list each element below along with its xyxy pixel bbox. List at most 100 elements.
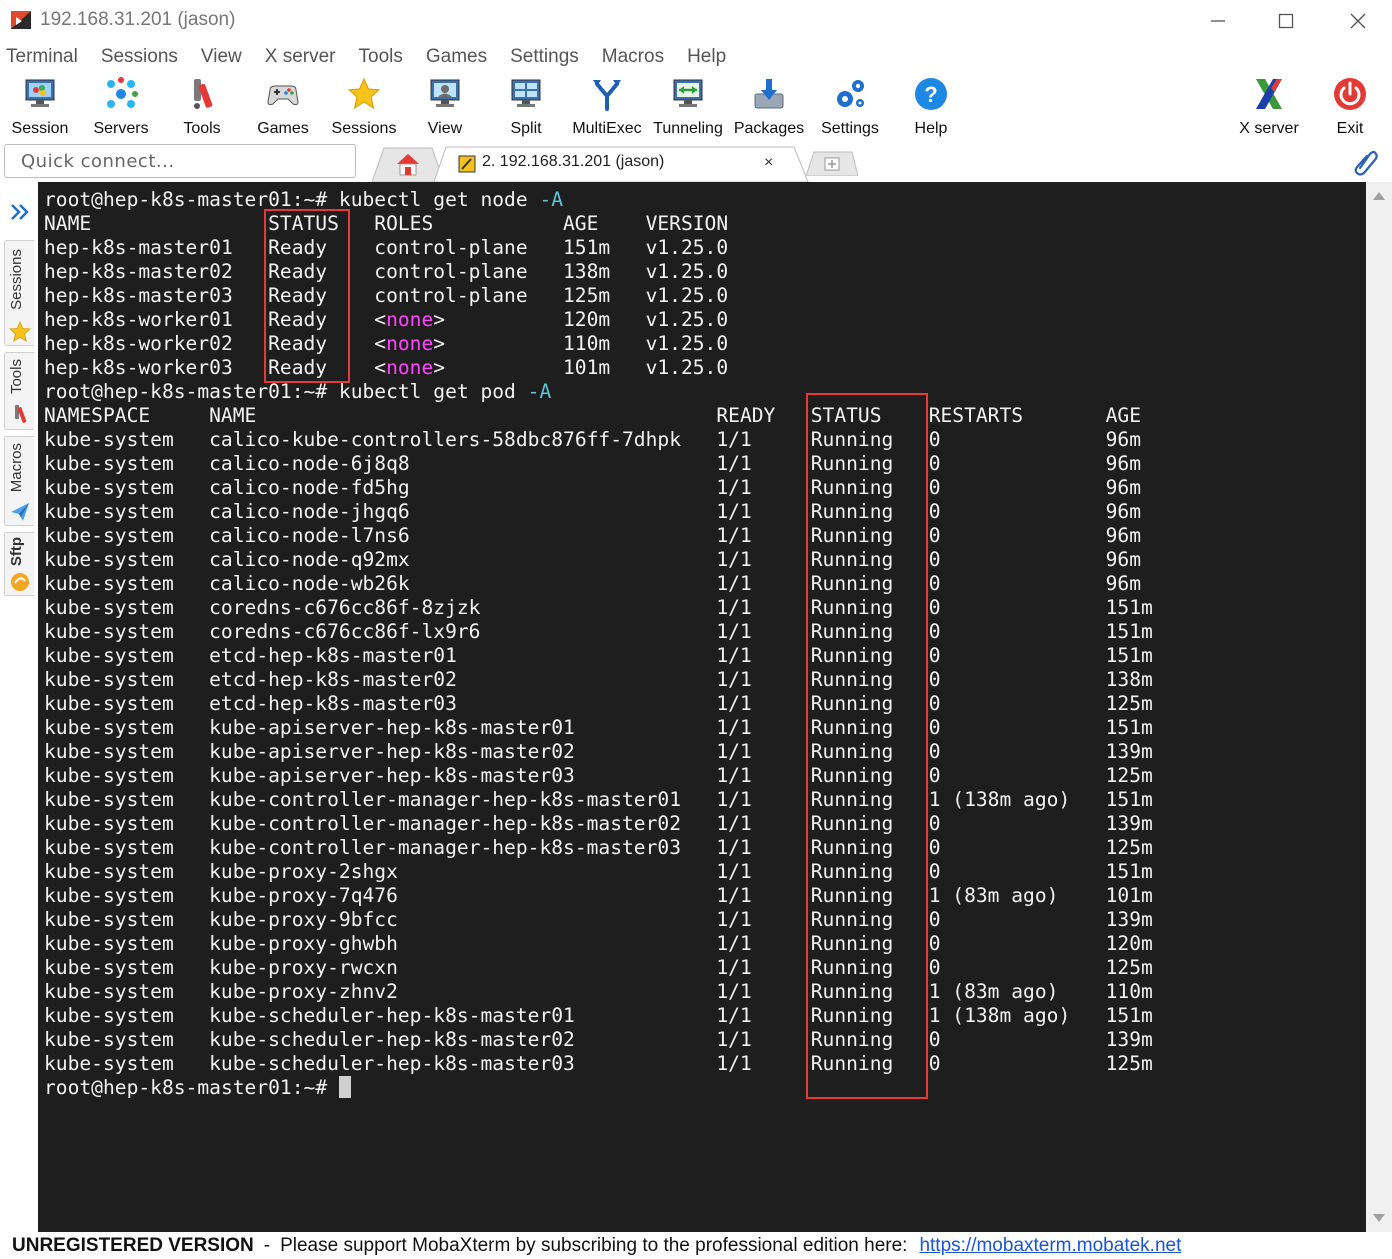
command: kubectl get pod [338,380,516,403]
pod-restarts: 1 (138m ago) [928,1004,1071,1027]
menu-terminal[interactable]: Terminal [6,46,78,68]
pod-namespace: kube-system [44,548,174,571]
pod-restarts: 1 (83m ago) [928,980,1059,1003]
packages-button[interactable]: Packages [729,76,809,138]
multiexec-icon [593,80,621,111]
pod-namespace: kube-system [44,764,174,787]
new-tab-button[interactable] [806,150,858,176]
pod-ready: 1/1 [716,812,752,835]
pod-namespace: kube-system [44,428,174,451]
pod-age: 125m [1105,956,1153,979]
command: kubectl get node [338,188,528,211]
quick-connect-input[interactable] [5,145,355,177]
side-tab-sftp[interactable]: Sftp [4,532,34,596]
games-button[interactable]: Games [243,76,323,138]
sessions-button[interactable]: Sessions [324,76,404,138]
split-button[interactable]: Split [486,76,566,138]
tools-label: Tools [183,120,221,137]
tunneling-button[interactable]: Tunneling [648,76,728,138]
servers-icon [107,77,138,108]
node-command-line: root@hep-k8s-master01:~# kubectl get nod… [44,188,1176,212]
terminal-area[interactable]: root@hep-k8s-master01:~# kubectl get nod… [38,182,1366,1232]
menu-sessions[interactable]: Sessions [101,46,178,68]
tab-session-2[interactable]: 2. 192.168.31.201 (jason) × [434,146,810,182]
pod-name: kube-controller-manager-hep-k8s-master01 [209,788,681,811]
session-button[interactable]: Session [0,76,80,138]
tab-label: 2. 192.168.31.201 (jason) [482,153,665,170]
pod-row: kube-system coredns-c676cc86f-8zjzk 1/1 Run… [44,596,1176,620]
pod-namespace: kube-system [44,836,174,859]
pod-name: calico-node-6j8q8 [209,452,410,475]
tools-button[interactable]: Tools [162,76,242,138]
pod-namespace: kube-system [44,692,174,715]
terminal-scrollbar[interactable] [1366,182,1392,1232]
node-version: v1.25.0 [645,332,729,355]
menu-tools[interactable]: Tools [359,46,403,68]
help-button[interactable]: ? Help [891,76,971,138]
none-role-text: none [386,356,434,379]
node-header-cell: NAME [44,212,92,235]
plus-icon [824,157,840,171]
menu-macros[interactable]: Macros [602,46,664,68]
servers-button[interactable]: Servers [81,76,161,138]
pod-ready: 1/1 [716,476,752,499]
pod-age: 151m [1105,644,1153,667]
settings-button[interactable]: Settings [810,76,890,138]
tab-close-icon[interactable]: × [764,154,773,172]
pod-namespace: kube-system [44,644,174,667]
node-table-header: NAME STATUS ROLES AGE VERSION [44,212,1176,236]
pod-ready: 1/1 [716,1028,752,1051]
settings-label: Settings [821,120,879,137]
packages-label: Packages [733,120,805,137]
side-tab-macros[interactable]: Macros [4,436,34,526]
node-age: 120m [563,308,611,331]
pod-namespace: kube-system [44,620,174,643]
view-button[interactable]: View [405,76,485,138]
monitor-icon [25,79,55,107]
paperclip-icon[interactable] [1352,148,1380,176]
pod-ready: 1/1 [716,620,752,643]
minimize-button[interactable] [1198,6,1238,36]
pod-row: kube-system kube-controller-manager-hep-k… [44,812,1176,836]
x-server-button[interactable]: X server [1229,76,1309,138]
side-tab-sessions[interactable]: Sessions [4,240,34,346]
pod-name: kube-proxy-rwcxn [209,956,398,979]
multiexec-button[interactable]: MultiExec [567,76,647,138]
pod-namespace: kube-system [44,1004,174,1027]
close-button[interactable] [1338,6,1378,36]
node-row: hep-k8s-worker03 Ready <none> 101m v1.25.0 [44,356,1176,380]
pod-namespace: kube-system [44,668,174,691]
mobaxterm-link[interactable]: https://mobaxterm.mobatek.net [919,1235,1181,1257]
node-age: 125m [563,284,611,307]
pod-row: kube-system calico-node-jhgq6 1/1 Running 0 9… [44,500,1176,524]
maximize-button[interactable] [1266,6,1306,36]
pod-name: etcd-hep-k8s-master03 [209,692,457,715]
pod-row: kube-system calico-kube-controllers-58dbc… [44,428,1176,452]
side-tab-tools[interactable]: Tools [4,352,34,430]
support-message: Please support MobaXterm by subscribing … [280,1234,908,1256]
menu-help[interactable]: Help [687,46,726,68]
node-header-cell: AGE [563,212,599,235]
pod-name: coredns-c676cc86f-lx9r6 [209,620,481,643]
pod-namespace: kube-system [44,1028,174,1051]
menu-x-server[interactable]: X server [265,46,336,68]
pod-ready: 1/1 [716,956,752,979]
pod-age: 139m [1105,740,1153,763]
prompt: root@hep-k8s-master01:~# [44,1076,339,1099]
scroll-down-icon[interactable] [1373,1214,1385,1222]
pod-namespace: kube-system [44,812,174,835]
menu-games[interactable]: Games [426,46,487,68]
pod-namespace: kube-system [44,452,174,475]
menu-settings[interactable]: Settings [510,46,579,68]
pod-restarts: 0 [928,836,941,859]
menu-view[interactable]: View [201,46,242,68]
pod-name: calico-node-jhgq6 [209,500,410,523]
double-chevron-right-icon[interactable] [8,200,32,224]
scroll-up-icon[interactable] [1373,192,1385,200]
pod-ready: 1/1 [716,644,752,667]
pod-row: kube-system kube-scheduler-hep-k8s-master… [44,1052,1176,1076]
pod-name: calico-node-l7ns6 [209,524,410,547]
exit-button[interactable]: Exit [1310,76,1390,138]
power-icon [1334,78,1366,110]
pod-name: kube-proxy-2shgx [209,860,398,883]
